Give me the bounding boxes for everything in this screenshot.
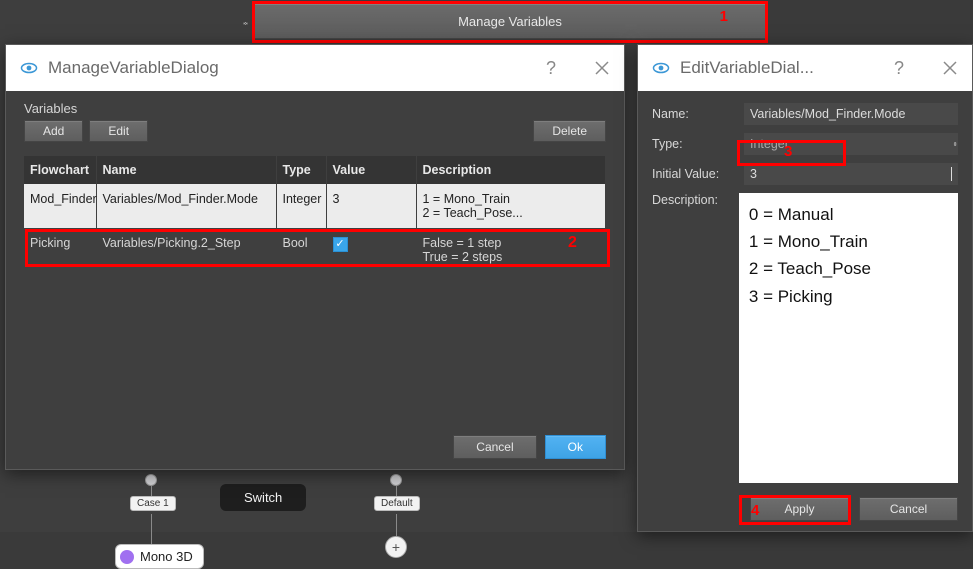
default-label: Default [374,496,420,511]
flowchart-canvas[interactable]: Case 1 Switch Default + Mono 3D [90,474,540,564]
case-label: Case 1 [130,496,176,511]
close-button[interactable] [942,60,958,76]
variables-label: Variables [24,101,606,116]
name-field[interactable]: Variables/Mod_Finder.Mode [744,103,958,125]
annotation-2: 2 [568,234,577,252]
add-button[interactable]: Add [24,120,83,142]
eye-icon [20,59,38,77]
col-type[interactable]: Type [276,156,326,184]
add-node-button[interactable]: + [385,536,407,558]
description-label: Description: [652,193,731,207]
initial-value-label: Initial Value: [652,167,736,181]
dialog-title: EditVariableDial... [680,58,814,78]
purple-dot-icon [120,550,134,564]
switch-node[interactable]: Switch [220,484,306,511]
col-flowchart[interactable]: Flowchart [24,156,96,184]
cell-name: Variables/Mod_Finder.Mode [96,184,276,228]
flow-edge [396,514,397,536]
dialog-title: ManageVariableDialog [48,58,219,78]
dialog-titlebar: ManageVariableDialog ? [6,45,624,91]
manage-variable-dialog: ManageVariableDialog ? Variables Add Edi… [5,44,625,470]
switch-label: Switch [244,490,282,505]
initial-value-field[interactable] [744,163,958,185]
col-name[interactable]: Name [96,156,276,184]
description-textarea[interactable]: 0 = Manual 1 = Mono_Train 2 = Teach_Pose… [739,193,958,483]
chevron-updown-icon: ‹› [953,139,954,150]
table-header-row: Flowchart Name Type Value Description [24,156,606,184]
edit-button[interactable]: Edit [89,120,148,142]
table-row[interactable]: Mod_Finder Variables/Mod_Finder.Mode Int… [24,184,606,228]
name-label: Name: [652,107,736,121]
flow-port[interactable] [145,474,157,486]
cancel-button[interactable]: Cancel [859,497,958,521]
type-label: Type: [652,137,736,151]
flow-port[interactable] [390,474,402,486]
mono3d-node[interactable]: Mono 3D [115,544,204,569]
cell-description: 1 = Mono_Train2 = Teach_Pose... [416,184,606,228]
annotation-box-2: 2 [25,229,610,267]
cell-flowchart: Mod_Finder [24,184,96,228]
ok-button[interactable]: Ok [545,435,606,459]
eye-icon [652,59,670,77]
help-button[interactable]: ? [546,58,556,79]
dialog-titlebar: EditVariableDial... ? [638,45,972,91]
annotation-3: 3 [784,143,792,160]
col-value[interactable]: Value [326,156,416,184]
cell-value: 3 [326,184,416,228]
annotation-box-1 [252,1,768,43]
cell-type: Integer [276,184,326,228]
col-description[interactable]: Description [416,156,606,184]
top-left-panel [0,0,252,44]
annotation-4: 4 [751,502,759,519]
mono3d-label: Mono 3D [140,549,193,564]
top-toolbar: Manage Variables 1 [0,0,973,44]
flow-edge [151,514,152,544]
delete-button[interactable]: Delete [533,120,606,142]
help-button[interactable]: ? [894,58,904,79]
edit-variable-dialog: EditVariableDial... ? Name: Variables/Mo… [637,44,973,532]
close-button[interactable] [594,60,610,76]
top-right-panel [768,0,973,44]
annotation-1: 1 [720,8,728,25]
cancel-button[interactable]: Cancel [453,435,536,459]
